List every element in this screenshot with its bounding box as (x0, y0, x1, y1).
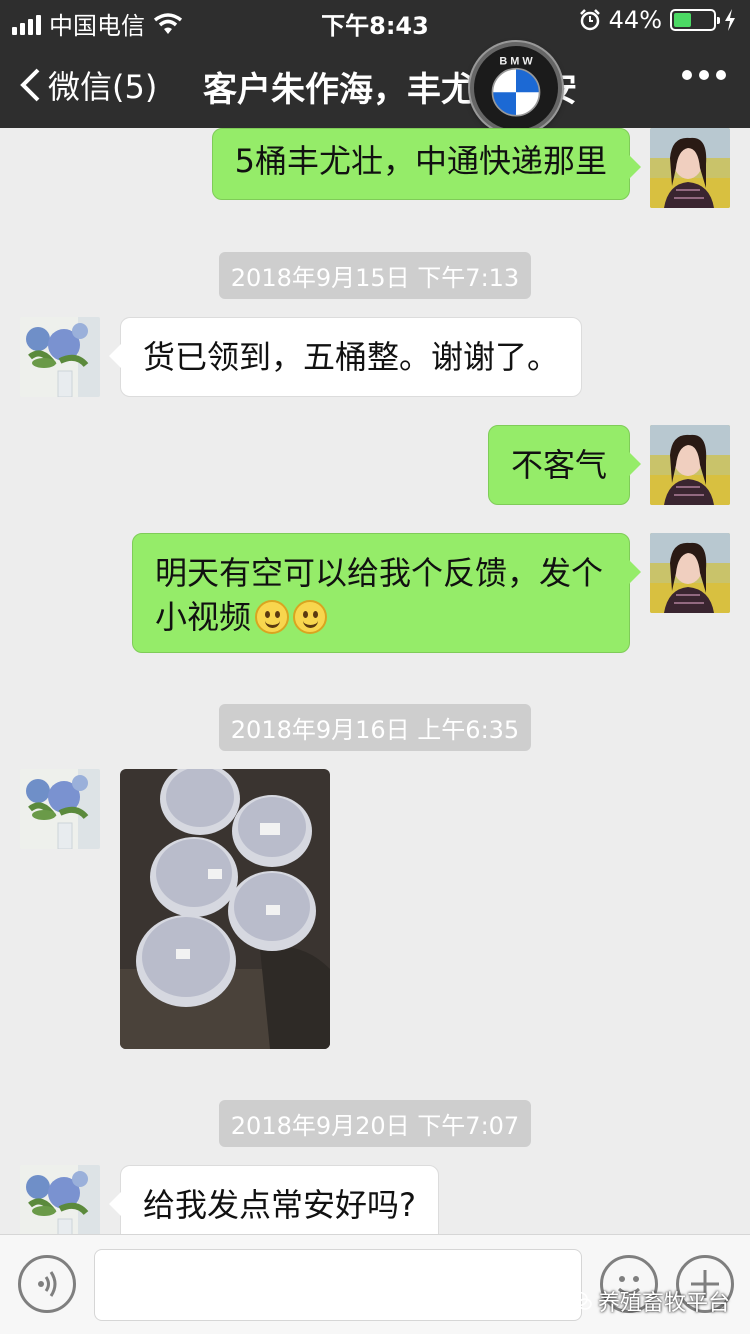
message-text: 5桶丰尤壮，中通快递那里 (234, 142, 607, 180)
message-text: 货已领到，五桶整。谢谢了。 (143, 338, 560, 376)
voice-icon (38, 1271, 57, 1297)
contact-avatar[interactable] (20, 317, 100, 397)
message-bubble[interactable]: 货已领到，五桶整。谢谢了。 (108, 317, 583, 397)
battery-fill (674, 13, 691, 27)
message-input[interactable] (94, 1249, 582, 1321)
message-bubble[interactable]: 不客气 (487, 425, 642, 505)
message-text-line: 明天有空可以给我个反馈，发个 (155, 554, 604, 592)
message-text-line: 小视频 (155, 598, 252, 636)
bmw-logo: B M W (470, 42, 562, 134)
watermark-text: 养殖畜牧平台 (597, 1291, 730, 1316)
contact-avatar[interactable] (20, 769, 100, 849)
contact-avatar[interactable] (20, 1165, 100, 1234)
message-bubble[interactable]: 5桶丰尤壮，中通快递那里 (211, 128, 642, 200)
my-avatar[interactable] (650, 128, 730, 208)
timestamp-label: 2018年9月16日 上午6:35 (218, 704, 532, 751)
timestamp: 2018年9月20日 下午7:07 (0, 1100, 750, 1147)
timestamp-label: 2018年9月20日 下午7:07 (218, 1100, 532, 1147)
status-right: 44% (579, 6, 736, 34)
chevron-left-icon (20, 68, 40, 102)
charging-bolt-icon (725, 9, 735, 31)
back-button[interactable]: 微信(5) (18, 62, 157, 108)
svg-text:B M W: B M W (499, 55, 533, 67)
alarm-icon (579, 9, 600, 31)
my-avatar[interactable] (650, 425, 730, 505)
more-button[interactable] (682, 70, 726, 80)
timestamp: 2018年9月15日 下午7:13 (0, 252, 750, 299)
battery-percent: 44% (608, 6, 662, 34)
ellipsis-icon (682, 70, 692, 80)
chat-area[interactable]: 5桶丰尤壮，中通快递那里 2018年9月15日 下午7:13 货已领到，五桶整。… (0, 128, 750, 1234)
smile-emoji-icon (293, 600, 328, 634)
timestamp-label: 2018年9月15日 下午7:13 (218, 252, 532, 299)
message-bubble[interactable]: 明天有空可以给我个反馈，发个 小视频 (132, 533, 641, 653)
voice-button[interactable] (18, 1255, 76, 1313)
message-text: 不客气 (510, 446, 607, 484)
message-text: 给我发点常安好吗? (143, 1186, 416, 1224)
chat-header: 微信(5) 客户朱作海，丰尤壮常安 (0, 40, 750, 128)
wechat-icon (570, 1291, 592, 1310)
timestamp: 2018年9月16日 上午6:35 (0, 704, 750, 751)
status-bar: 中国电信 下午8:43 44% (0, 0, 750, 40)
message-bubble[interactable]: 给我发点常安好吗? (109, 1165, 439, 1234)
input-bar (0, 1234, 750, 1334)
smile-emoji-icon (255, 600, 290, 634)
back-label: 微信(5) (48, 68, 158, 106)
battery-icon (670, 9, 720, 31)
my-avatar[interactable] (650, 533, 730, 613)
watermark: 养殖畜牧平台 (570, 1285, 730, 1317)
image-message[interactable] (120, 769, 330, 1049)
